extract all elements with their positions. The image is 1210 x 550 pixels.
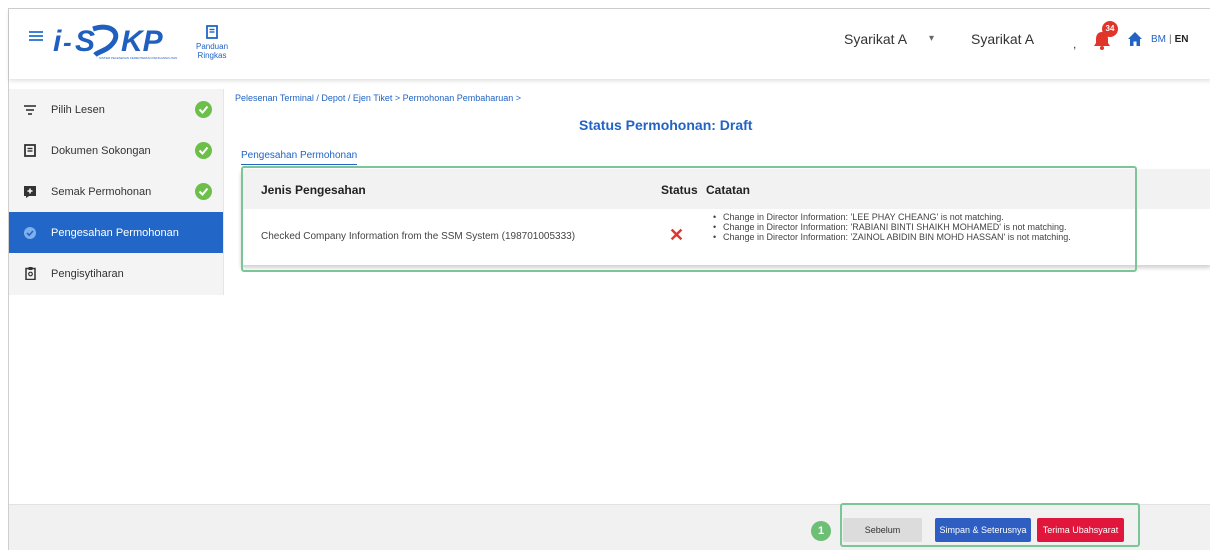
lang-bm-link[interactable]: BM bbox=[1151, 34, 1166, 45]
sidebar-item-label: Dokumen Sokongan bbox=[51, 144, 151, 157]
company-select[interactable]: Syarikat A bbox=[844, 31, 907, 47]
book-icon bbox=[206, 25, 218, 39]
message-plus-icon bbox=[23, 185, 37, 199]
sidebar-item-label: Pengesahan Permohonan bbox=[51, 226, 179, 239]
svg-text:-: - bbox=[63, 27, 72, 57]
sidebar-item-label: Semak Permohonan bbox=[51, 185, 152, 198]
lang-en-link[interactable]: EN bbox=[1175, 34, 1189, 45]
language-switcher: BM | EN bbox=[1151, 34, 1189, 45]
sidebar-item-pilih-lesen[interactable]: Pilih Lesen bbox=[9, 89, 223, 130]
check-circle-icon bbox=[195, 101, 212, 118]
clipboard-icon bbox=[23, 267, 37, 281]
document-icon bbox=[23, 144, 37, 158]
company-name: Syarikat A bbox=[971, 31, 1035, 47]
ispkp-logo: i - S KP SISTEM PELESENAN KEMENTERIAN PE… bbox=[53, 24, 177, 60]
svg-text:KP: KP bbox=[121, 25, 164, 58]
svg-text:S: S bbox=[75, 25, 95, 58]
sidebar-item-pengesahan-permohonan[interactable]: Pengesahan Permohonan bbox=[9, 212, 223, 253]
check-circle-icon bbox=[195, 142, 212, 159]
quick-guide-link[interactable]: Panduan Ringkas bbox=[187, 25, 237, 60]
buttons-highlight-box bbox=[840, 503, 1140, 547]
check-circle-icon bbox=[195, 183, 212, 200]
chevron-down-icon[interactable]: ▾ bbox=[929, 33, 934, 44]
filter-icon bbox=[23, 103, 37, 117]
lang-separator: | bbox=[1169, 34, 1172, 45]
verify-icon bbox=[23, 226, 37, 240]
sidebar-item-label: Pilih Lesen bbox=[51, 103, 105, 116]
breadcrumb[interactable]: Pelesenan Terminal / Depot / Ejen Tiket … bbox=[235, 93, 521, 103]
svg-text:i: i bbox=[53, 25, 62, 58]
top-header: i - S KP SISTEM PELESENAN KEMENTERIAN PE… bbox=[9, 9, 1210, 79]
section-tab-pengesahan[interactable]: Pengesahan Permohonan bbox=[241, 150, 358, 165]
step-number-badge: 1 bbox=[811, 521, 831, 541]
app-window: i - S KP SISTEM PELESENAN KEMENTERIAN PE… bbox=[8, 8, 1210, 550]
page-title: Status Permohonan: Draft bbox=[579, 117, 753, 133]
home-icon[interactable] bbox=[1127, 31, 1143, 47]
sidebar-item-pengisytiharan[interactable]: Pengisytiharan bbox=[9, 253, 223, 294]
header-separator: , bbox=[1073, 37, 1077, 51]
table-highlight-box bbox=[241, 166, 1137, 272]
sidebar-item-semak-permohonan[interactable]: Semak Permohonan bbox=[9, 171, 223, 212]
sidebar-item-label: Pengisytiharan bbox=[51, 267, 124, 280]
quick-guide-label: Panduan Ringkas bbox=[195, 42, 229, 60]
sidebar-item-dokumen-sokongan[interactable]: Dokumen Sokongan bbox=[9, 130, 223, 171]
logo-subtitle: SISTEM PELESENAN KEMENTERIAN PENGANGKUTA… bbox=[99, 56, 177, 60]
menu-icon[interactable] bbox=[29, 31, 43, 41]
step-sidebar: Pilih Lesen Dokumen Sokongan Semak Permo… bbox=[9, 89, 224, 295]
notification-badge: 34 bbox=[1102, 21, 1118, 37]
